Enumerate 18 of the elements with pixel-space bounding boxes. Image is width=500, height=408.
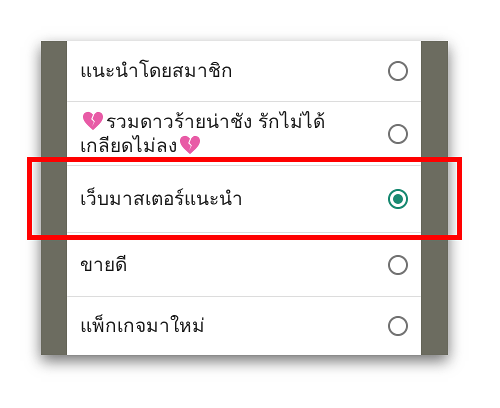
broken-heart-icon xyxy=(82,110,104,130)
radio-button[interactable] xyxy=(388,254,408,274)
option-row[interactable]: เว็บมาสเตอร์แนะนำ xyxy=(67,165,421,232)
option-label: แพ็กเกจมาใหม่ xyxy=(80,314,205,338)
option-row[interactable]: ขายดี xyxy=(67,232,421,296)
option-label: แนะนำโดยสมาชิก xyxy=(80,59,233,83)
option-label: ขายดี xyxy=(80,252,127,276)
option-row[interactable]: รวมดาวร้ายน่าชัง รักไม่ได้ เกลียดไม่ลง xyxy=(67,101,421,165)
radio-button[interactable] xyxy=(388,61,408,81)
option-row[interactable]: แพ็กเกจมาใหม่ xyxy=(67,296,421,355)
radio-button[interactable] xyxy=(388,189,408,209)
radio-button[interactable] xyxy=(388,316,408,336)
option-label: รวมดาวร้ายน่าชัง รักไม่ได้ xyxy=(106,110,326,132)
option-row[interactable]: แนะนำโดยสมาชิก xyxy=(67,41,421,101)
radio-button[interactable] xyxy=(388,124,408,144)
broken-heart-icon xyxy=(179,134,201,154)
option-label: เว็บมาสเตอร์แนะนำ xyxy=(80,187,243,211)
option-label: เกลียดไม่ลง xyxy=(80,134,177,156)
